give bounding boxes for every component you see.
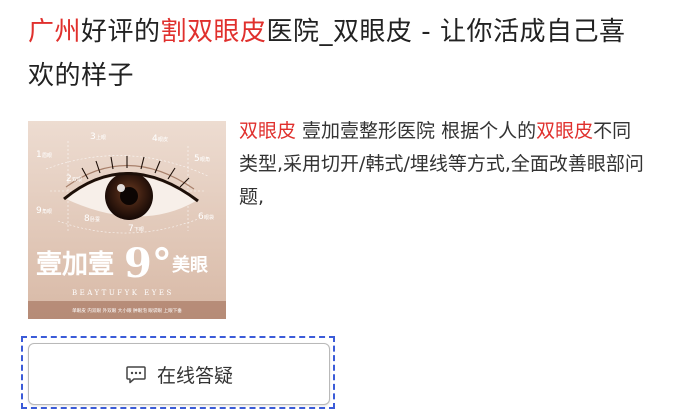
point-7: 7 [128, 224, 134, 234]
desc-text: 壹加壹整形医院 根据个人的 [296, 120, 537, 142]
brand-number: 9° [124, 240, 172, 287]
svg-text:上眼: 上眼 [96, 134, 106, 141]
title-keyword-city: 广州 [28, 17, 82, 47]
svg-text:卧蚕: 卧蚕 [90, 216, 100, 223]
point-2: 2 [66, 174, 72, 184]
brand-suffix: 美眼 [172, 254, 208, 276]
desc-keyword-2: 双眼皮 [536, 120, 594, 142]
consult-button-label: 在线答疑 [156, 364, 233, 387]
point-3: 3 [90, 132, 96, 142]
point-1: 1 [36, 150, 42, 160]
desc-keyword: 双眼皮 [239, 120, 297, 142]
svg-text:眉眼: 眉眼 [42, 153, 52, 159]
brand-subtitle: BEAYTUFYK EYES [72, 289, 174, 297]
svg-text:眼袋: 眼袋 [204, 214, 214, 221]
consult-button[interactable]: 在线答疑 [28, 343, 330, 405]
point-5: 5 [194, 154, 200, 164]
svg-text:下眼: 下眼 [134, 227, 144, 233]
thumbnail-footer: 单眼皮 内双眼 外双眼 大小眼 肿眼泡 眼袋眼 上眼下垂 [72, 307, 182, 314]
svg-text:角眼: 角眼 [42, 208, 52, 215]
result-description: 双眼皮 壹加壹整形医院 根据个人的双眼皮不同类型,采用切开/韩式/埋线等方式,全… [239, 115, 644, 214]
result-title[interactable]: 广州好评的割双眼皮医院_双眼皮 - 让你活成自己喜欢的样子 [28, 10, 648, 98]
svg-text:双眼: 双眼 [72, 177, 82, 183]
title-text: 好评的 [81, 17, 161, 47]
result-thumbnail[interactable]: 1 眉眼 3 上眼 4 眼皮 2 双眼 5 眼角 9 角眼 8 卧蚕 7 下眼 … [28, 121, 226, 319]
svg-text:眼角: 眼角 [200, 156, 210, 163]
title-keyword-procedure: 割双眼皮 [160, 17, 267, 47]
chat-bubble-icon [125, 363, 147, 385]
svg-text:眼皮: 眼皮 [158, 136, 168, 143]
brand-name: 壹加壹 [36, 250, 114, 280]
